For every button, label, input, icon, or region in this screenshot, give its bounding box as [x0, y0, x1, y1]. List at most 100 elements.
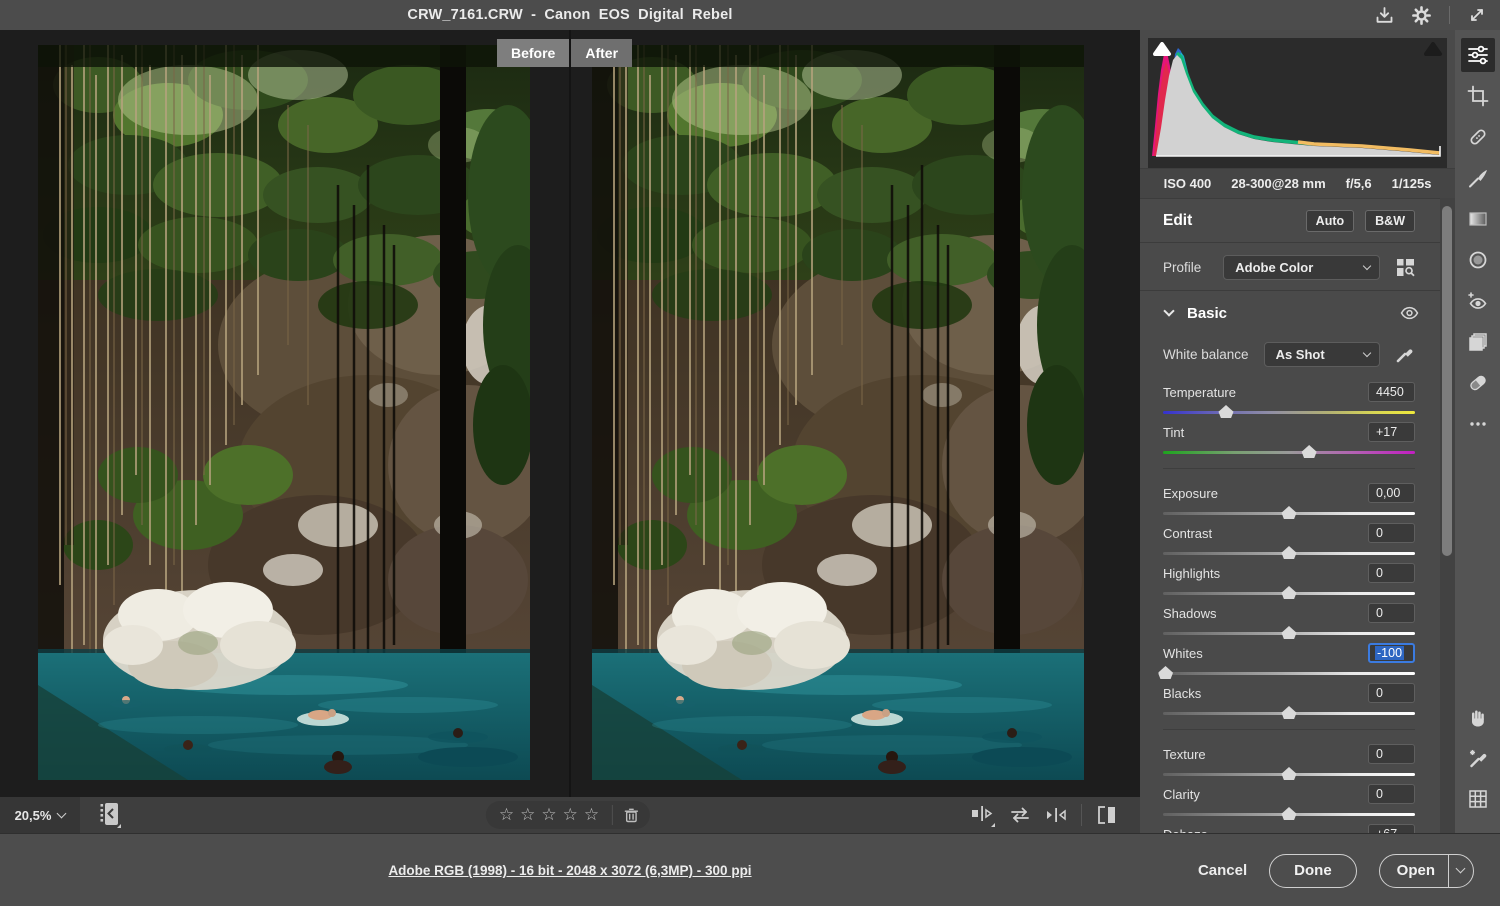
- shadows-slider-thumb[interactable]: [1282, 626, 1297, 639]
- clarity-value-input[interactable]: 0: [1368, 784, 1415, 804]
- whites-slider-track[interactable]: [1163, 672, 1415, 675]
- exposure-value-text: 0,00: [1376, 486, 1400, 500]
- healing-bandaid-icon[interactable]: [1461, 120, 1495, 154]
- texture-slider-thumb[interactable]: [1282, 767, 1297, 780]
- copy-settings-icon[interactable]: [1045, 805, 1067, 825]
- blacks-value-input[interactable]: 0: [1368, 683, 1415, 703]
- white-balance-eyedropper-icon[interactable]: [1395, 344, 1415, 364]
- histogram[interactable]: [1148, 38, 1447, 168]
- view-controls-divider: [1081, 804, 1082, 826]
- clarity-slider-thumb[interactable]: [1282, 807, 1297, 820]
- basic-section-header[interactable]: Basic: [1140, 292, 1455, 334]
- star-icon[interactable]: ☆: [581, 805, 602, 824]
- star-icon[interactable]: ☆: [538, 805, 559, 824]
- edit-tool-icon[interactable]: [1461, 38, 1495, 72]
- exif-info: ISO 400 28-300@28 mm f/5,6 1/125s: [1140, 168, 1455, 198]
- dehaze-slider-row: Dehaze+67: [1163, 824, 1415, 833]
- shadows-slider-track[interactable]: [1163, 632, 1415, 635]
- whites-value-input[interactable]: -100: [1368, 643, 1415, 663]
- sample-eyedropper-icon[interactable]: [1461, 741, 1495, 775]
- profile-dropdown[interactable]: Adobe Color: [1223, 255, 1380, 280]
- temperature-value-input[interactable]: 4450: [1368, 382, 1415, 402]
- clarity-label: Clarity: [1163, 787, 1200, 802]
- texture-value-input[interactable]: 0: [1368, 744, 1415, 764]
- window-title: CRW_7161.CRW - Canon EOS Digital Rebel: [0, 0, 1140, 30]
- footer-buttons: Cancel Done Open: [1198, 834, 1474, 906]
- highlight-clipping-icon[interactable]: [1423, 42, 1443, 57]
- star-icon[interactable]: ☆: [560, 805, 581, 824]
- shadows-label: Shadows: [1163, 606, 1216, 621]
- after-label: After: [571, 39, 632, 67]
- white-balance-label: White balance: [1163, 347, 1249, 362]
- exposure-value-input[interactable]: 0,00: [1368, 483, 1415, 503]
- before-photo[interactable]: [38, 45, 530, 780]
- done-button[interactable]: Done: [1269, 854, 1357, 888]
- settings-gear-icon[interactable]: [1412, 6, 1431, 25]
- save-image-icon[interactable]: [1375, 6, 1394, 25]
- temperature-slider-thumb[interactable]: [1219, 405, 1234, 418]
- tint-slider-thumb[interactable]: [1302, 445, 1317, 458]
- dehaze-value-input[interactable]: +67: [1368, 824, 1415, 833]
- white-balance-dropdown[interactable]: As Shot: [1264, 342, 1380, 367]
- contrast-value-input[interactable]: 0: [1368, 523, 1415, 543]
- section-collapse-icon[interactable]: [1163, 305, 1174, 316]
- highlights-slider-track[interactable]: [1163, 592, 1415, 595]
- eraser-tool-icon[interactable]: [1461, 366, 1495, 400]
- delete-trash-icon[interactable]: [623, 807, 640, 824]
- contrast-slider-thumb[interactable]: [1282, 546, 1297, 559]
- tint-slider-track[interactable]: [1163, 451, 1415, 454]
- exposure-slider-track[interactable]: [1163, 512, 1415, 515]
- chevron-down-icon: [1362, 348, 1370, 356]
- adjustment-brush-icon[interactable]: [1461, 161, 1495, 195]
- before-label: Before: [497, 39, 569, 67]
- exposure-slider-thumb[interactable]: [1282, 506, 1297, 519]
- fullscreen-icon[interactable]: [1468, 6, 1486, 24]
- highlights-value-input[interactable]: 0: [1368, 563, 1415, 583]
- zoom-level-dropdown[interactable]: 20,5%: [0, 797, 80, 833]
- compare-tabs: Before After: [497, 39, 632, 67]
- bw-button[interactable]: B&W: [1365, 210, 1415, 232]
- star-icon[interactable]: ☆: [517, 805, 538, 824]
- more-tools-icon[interactable]: [1461, 407, 1495, 441]
- edit-panel: ISO 400 28-300@28 mm f/5,6 1/125s Edit A…: [1140, 30, 1455, 833]
- compare-divider: [569, 30, 571, 797]
- image-info-link[interactable]: Adobe RGB (1998) - 16 bit - 2048 x 3072 …: [388, 863, 751, 878]
- lens-value: 28-300@28 mm: [1231, 176, 1325, 191]
- filmstrip-toggle-button[interactable]: [98, 802, 122, 829]
- tint-value-input[interactable]: +17: [1368, 422, 1415, 442]
- blacks-slider-track[interactable]: [1163, 712, 1415, 715]
- highlights-slider-thumb[interactable]: [1282, 586, 1297, 599]
- cancel-button[interactable]: Cancel: [1198, 862, 1247, 879]
- zoom-level-value: 20,5%: [15, 808, 52, 823]
- open-options-chevron-icon[interactable]: [1449, 869, 1473, 872]
- linear-gradient-tool-icon[interactable]: [1461, 202, 1495, 236]
- radial-gradient-tool-icon[interactable]: [1461, 243, 1495, 277]
- after-photo[interactable]: [592, 45, 1084, 780]
- texture-slider-row: Texture0: [1163, 744, 1415, 782]
- whites-label: Whites: [1163, 646, 1203, 661]
- star-icon[interactable]: ☆: [496, 805, 517, 824]
- hand-pan-tool-icon[interactable]: [1461, 700, 1495, 734]
- star-rating: ☆☆☆☆☆: [496, 806, 602, 825]
- before-after-view-icon[interactable]: [971, 802, 995, 828]
- profile-browser-icon[interactable]: [1396, 258, 1415, 277]
- grid-overlay-icon[interactable]: [1461, 782, 1495, 816]
- whites-slider-thumb[interactable]: [1158, 666, 1173, 679]
- open-button[interactable]: Open: [1379, 854, 1474, 888]
- red-eye-tool-icon[interactable]: [1461, 284, 1495, 318]
- whites-slider-row: Whites -100: [1163, 643, 1415, 681]
- split-view-icon[interactable]: [1096, 805, 1118, 825]
- auto-button[interactable]: Auto: [1306, 210, 1354, 232]
- panel-scrollbar-thumb[interactable]: [1442, 206, 1452, 556]
- snapshots-layers-icon[interactable]: [1461, 325, 1495, 359]
- texture-slider-track[interactable]: [1163, 773, 1415, 776]
- section-visibility-eye-icon[interactable]: [1400, 306, 1419, 320]
- contrast-slider-track[interactable]: [1163, 552, 1415, 555]
- crop-tool-icon[interactable]: [1461, 79, 1495, 113]
- blacks-slider-thumb[interactable]: [1282, 706, 1297, 719]
- clarity-slider-track[interactable]: [1163, 813, 1415, 816]
- temperature-slider-track[interactable]: [1163, 411, 1415, 414]
- shadows-value-input[interactable]: 0: [1368, 603, 1415, 623]
- swap-before-after-icon[interactable]: [1009, 805, 1031, 825]
- shadow-clipping-icon[interactable]: [1152, 42, 1172, 57]
